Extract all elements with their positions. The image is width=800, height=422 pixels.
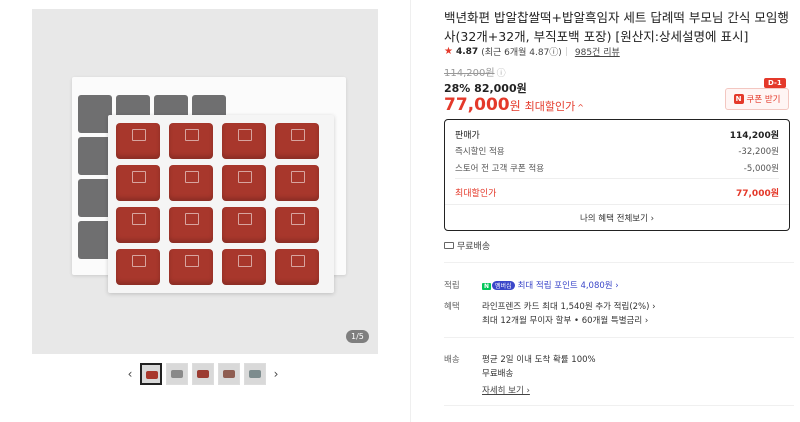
chevron-up-icon: ^ <box>577 103 584 112</box>
product-title: 백년화편 밥알찹쌀떡+밥알흑임자 세트 답례떡 부모님 간식 모임행사(32개+… <box>444 10 789 44</box>
thumbnail-swatch <box>197 370 209 378</box>
delivery-fee: 무료배송 <box>482 369 514 379</box>
divider <box>444 337 794 338</box>
thumbnail-swatch <box>223 370 235 378</box>
max-discount-row[interactable]: 77,000원 최대할인가 ^ <box>444 95 584 115</box>
installment-benefit-link[interactable]: 최대 12개월 무이자 할부 • 60개월 특별금리 › <box>482 314 648 326</box>
max-discount-label: 최대할인가 <box>455 189 497 199</box>
sale-price-value: 114,200원 <box>729 131 779 141</box>
sale-price-label: 판매가 <box>455 131 480 141</box>
divider <box>444 262 794 263</box>
max-discount-price-row: 최대할인가 77,000원 <box>455 186 779 199</box>
card-benefit-link[interactable]: 라인프렌즈 카드 최대 1,540원 추가 적립(2%) › <box>482 300 656 312</box>
image-counter: 1/5 <box>346 330 369 343</box>
benefits-label: 혜택 <box>444 302 460 312</box>
thumbnail-1[interactable] <box>140 363 162 385</box>
price-breakdown-box: 판매가 114,200원 즉시할인 적용 -32,200원 스토어 전 고객 쿠… <box>444 119 790 231</box>
store-coupon-row: 스토어 전 고객 쿠폰 적용 -5,000원 <box>455 162 779 174</box>
instant-discount-label: 즉시할인 적용 <box>455 147 505 157</box>
store-coupon-value: -5,000원 <box>743 164 779 174</box>
coupon-label: 쿠폰 받기 <box>746 95 781 105</box>
thumbnail-swatch <box>249 370 261 378</box>
separator: | <box>564 46 568 57</box>
max-discount-value: 77,000원 <box>735 189 779 199</box>
delivery-details-link[interactable]: 자세히 보기 › <box>482 384 530 396</box>
divider <box>445 204 789 205</box>
delivery-label: 배송 <box>444 355 460 365</box>
thumbnail-swatch <box>146 371 158 379</box>
rating-detail[interactable]: (최근 6개월 4.87ⓘ) <box>481 45 562 58</box>
view-all-benefits-link[interactable]: 나의 혜택 전체보기 › <box>445 212 789 224</box>
review-count-link[interactable]: 985건 리뷰 <box>575 45 620 58</box>
max-price-label: 최대할인가 <box>524 100 576 113</box>
divider <box>455 178 779 179</box>
original-price: 114,200원 ⓘ <box>444 64 506 79</box>
original-price-value: 114,200원 <box>444 68 495 79</box>
instant-discount-value: -32,200원 <box>738 147 779 157</box>
thumbnail-3[interactable] <box>192 363 214 385</box>
naver-n-icon: N <box>482 283 492 290</box>
free-shipping-text: 무료배송 <box>457 242 491 252</box>
thumbnail-swatch <box>171 370 183 378</box>
thumbnail-2[interactable] <box>166 363 188 385</box>
coupon-download-button[interactable]: N 쿠폰 받기 <box>725 88 789 110</box>
divider <box>444 405 794 406</box>
thumbnail-5[interactable] <box>244 363 266 385</box>
red-rice-cake-tray <box>108 115 334 293</box>
membership-badge: 멤버십 <box>492 281 515 290</box>
thumbnail-4[interactable] <box>218 363 240 385</box>
sale-price-row: 판매가 114,200원 <box>455 128 779 141</box>
coupon-deadline-badge: D-1 <box>764 78 786 88</box>
column-divider <box>410 0 411 422</box>
free-shipping-tag: 무료배송 <box>444 239 490 252</box>
instant-discount-row: 즉시할인 적용 -32,200원 <box>455 145 779 157</box>
rating-score: 4.87 <box>455 46 479 57</box>
delivery-arrival-rate: 평균 2일 이내 도착 확률 100% <box>482 355 596 365</box>
star-icon: ★ <box>444 46 453 57</box>
product-main-image[interactable] <box>32 9 378 354</box>
next-image-arrow[interactable]: › <box>270 367 282 381</box>
thumbnail-strip: ‹ › <box>124 363 282 385</box>
points-label: 적립 <box>444 281 460 291</box>
store-coupon-label: 스토어 전 고객 쿠폰 적용 <box>455 164 545 174</box>
naver-n-icon: N <box>733 94 744 104</box>
max-price-unit: 원 <box>509 99 521 113</box>
rating-row: ★ 4.87 (최근 6개월 4.87ⓘ) | 985건 리뷰 <box>444 45 620 58</box>
discount-price: 28% 82,000원 <box>444 82 527 95</box>
prev-image-arrow[interactable]: ‹ <box>124 367 136 381</box>
max-price-value: 77,000 <box>444 95 510 115</box>
points-row[interactable]: N 멤버십 최대 적립 포인트 4,080원 › <box>482 279 619 291</box>
max-points-link[interactable]: 최대 적립 포인트 4,080원 › <box>518 281 619 291</box>
info-icon[interactable]: ⓘ <box>497 66 506 79</box>
truck-icon <box>444 242 454 249</box>
